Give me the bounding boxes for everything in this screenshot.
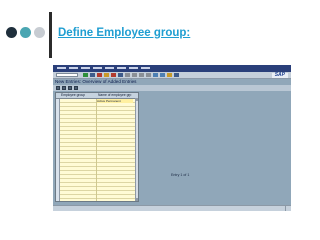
toolbar-icon[interactable] xyxy=(153,73,158,77)
menu-item[interactable] xyxy=(117,67,126,69)
sap-status-bar xyxy=(53,205,291,211)
menu-item[interactable] xyxy=(105,67,114,69)
toolbar-icon[interactable] xyxy=(118,73,123,77)
toolbar-icon[interactable] xyxy=(174,73,179,77)
toolbar-icon[interactable] xyxy=(111,73,116,77)
vertical-divider xyxy=(49,12,52,58)
scroll-up-arrow[interactable] xyxy=(136,98,138,101)
toolbar-icon[interactable] xyxy=(125,73,130,77)
cell-divider xyxy=(96,199,97,201)
command-field[interactable] xyxy=(56,73,78,77)
scroll-down-arrow[interactable] xyxy=(136,198,138,201)
teal-dot xyxy=(20,27,31,38)
gray-dot xyxy=(34,27,45,38)
entry-count: Entry 1 of 1 xyxy=(171,173,190,177)
dark-dot xyxy=(6,27,17,38)
toolbar-icon[interactable] xyxy=(104,73,109,77)
toolbar-icon[interactable] xyxy=(132,73,137,77)
slide-title: Define Employee group: xyxy=(58,27,191,39)
table-row[interactable] xyxy=(56,199,136,201)
sap-standard-toolbar: SAP xyxy=(53,72,291,79)
toolbar-icon[interactable] xyxy=(139,73,144,77)
row-selector[interactable] xyxy=(56,199,60,201)
application-toolbar xyxy=(53,85,291,91)
status-system-info xyxy=(285,206,288,211)
menu-item[interactable] xyxy=(69,67,78,69)
menu-item[interactable] xyxy=(81,67,90,69)
toolbar-icon[interactable] xyxy=(97,73,102,77)
sap-window-screenshot: SAP New Entries: Overview of Added Entri… xyxy=(53,65,291,211)
app-toolbar-icon[interactable] xyxy=(56,86,60,90)
app-toolbar-icon[interactable] xyxy=(74,86,78,90)
column-header-employee-group[interactable]: Employee group xyxy=(61,93,95,98)
toolbar-icon[interactable] xyxy=(146,73,151,77)
vertical-scrollbar[interactable] xyxy=(135,98,138,201)
menu-item[interactable] xyxy=(57,67,66,69)
entries-table: Employee group Name of employee grp Acti… xyxy=(55,92,139,202)
toolbar-icon[interactable] xyxy=(167,73,172,77)
app-toolbar-icon[interactable] xyxy=(68,86,72,90)
toolbar-icon[interactable] xyxy=(160,73,165,77)
bullet-dots xyxy=(6,27,48,39)
menu-item[interactable] xyxy=(129,67,138,69)
sap-logo: SAP xyxy=(271,73,288,78)
menu-item[interactable] xyxy=(93,67,102,69)
toolbar-icon[interactable] xyxy=(83,73,88,77)
sap-menu-bar xyxy=(53,65,291,72)
column-header-name[interactable]: Name of employee grp xyxy=(98,93,136,98)
toolbar-icon[interactable] xyxy=(90,73,95,77)
app-toolbar-icon[interactable] xyxy=(62,86,66,90)
menu-item[interactable] xyxy=(141,67,150,69)
